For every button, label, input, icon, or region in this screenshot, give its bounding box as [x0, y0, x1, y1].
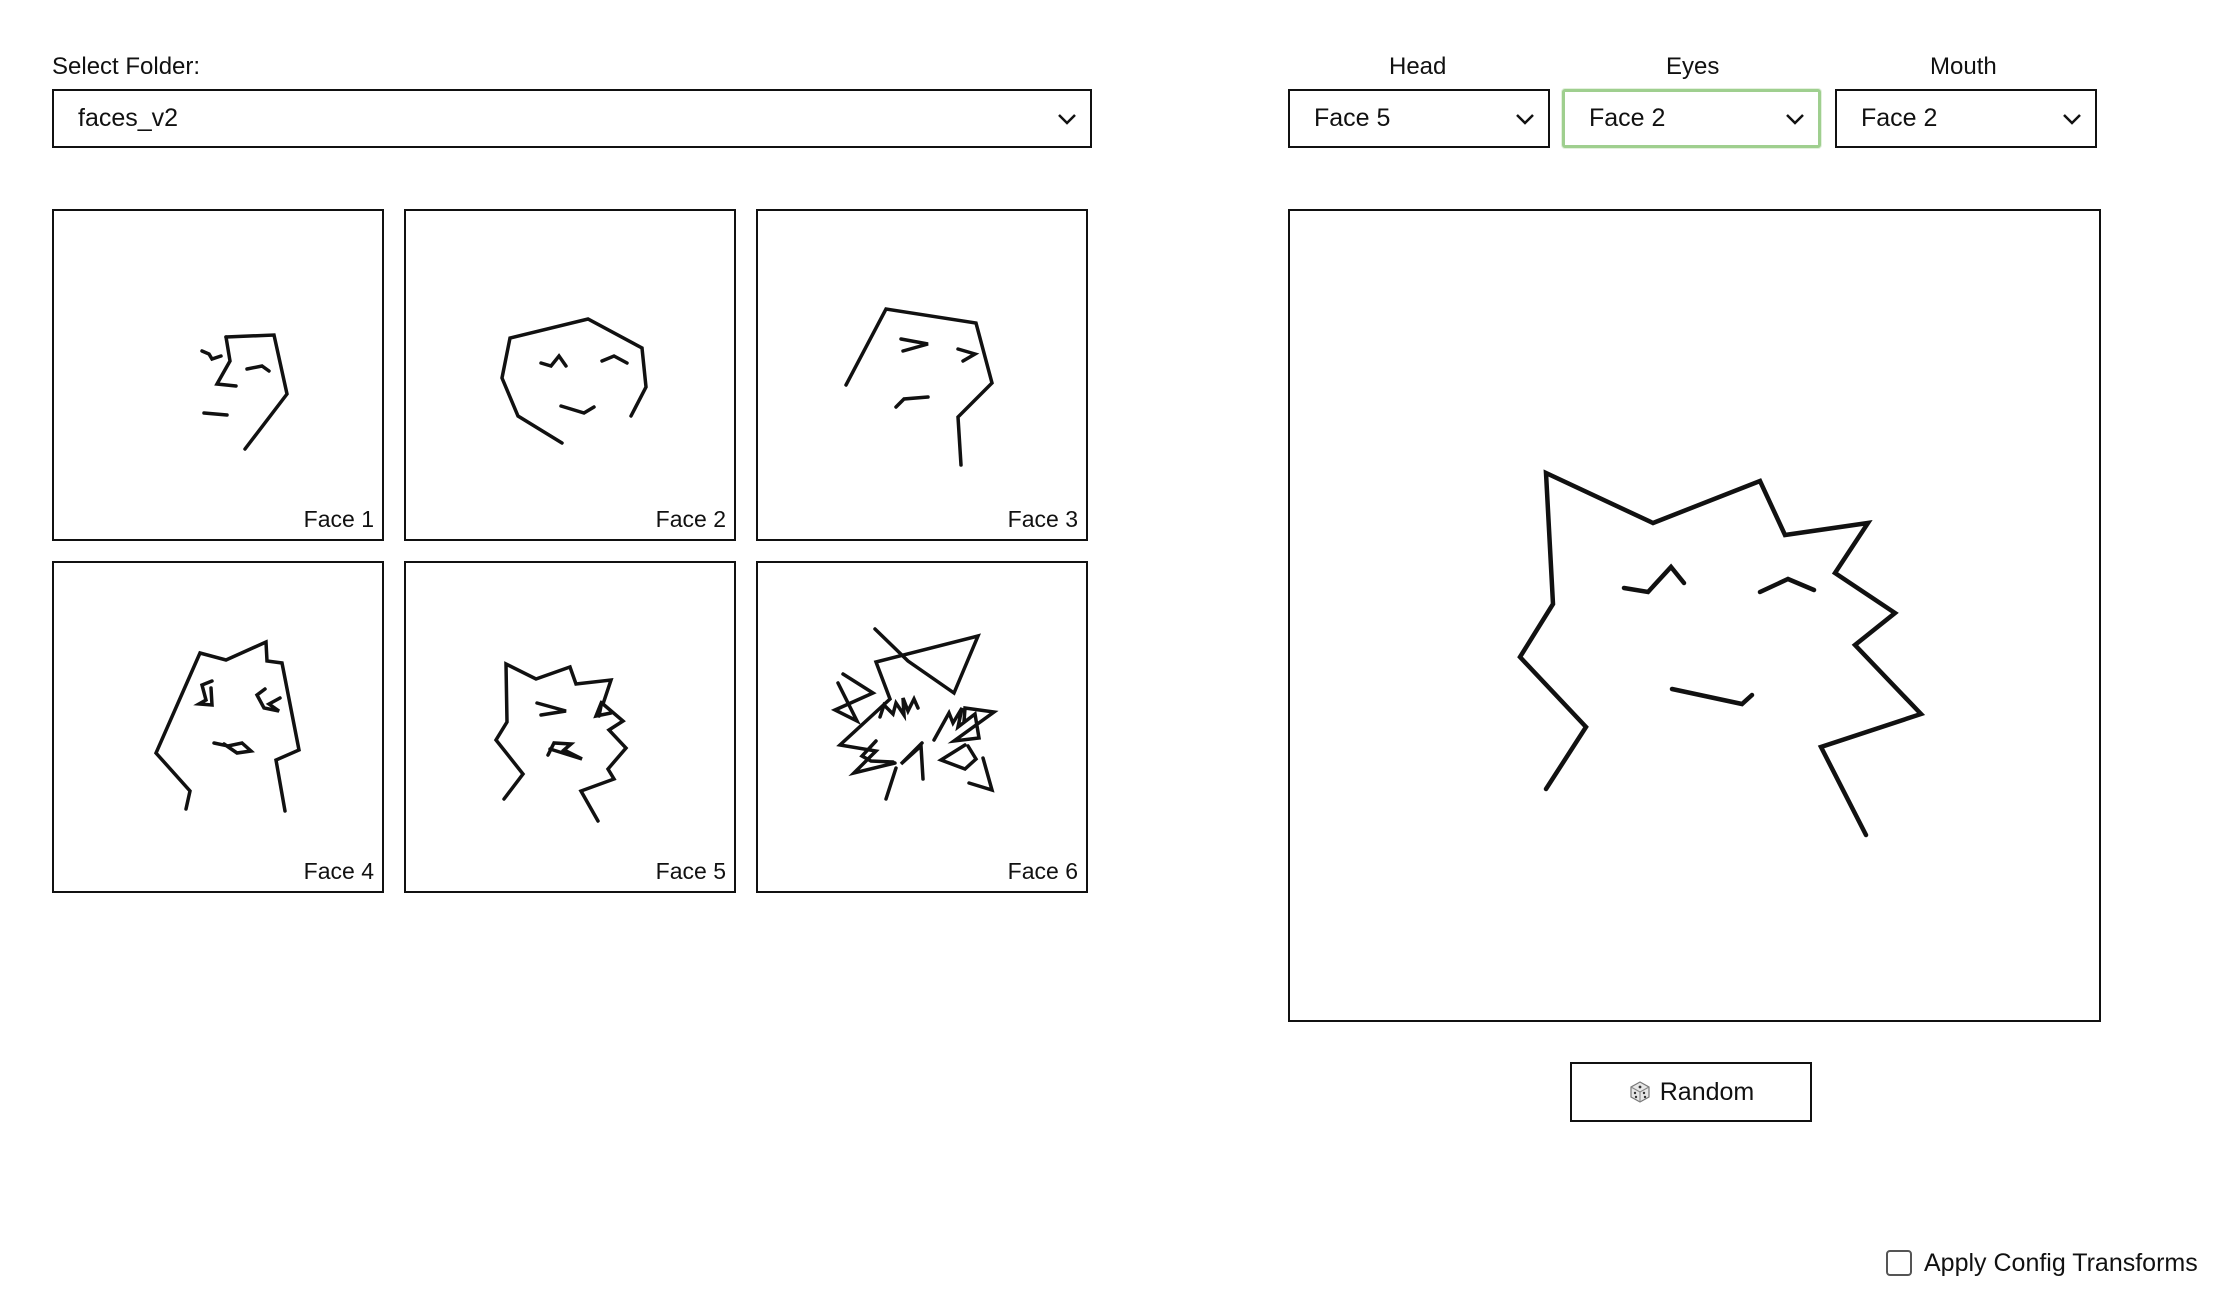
chevron-down-icon	[1786, 113, 1804, 125]
dice-icon	[1630, 1081, 1650, 1103]
face-thumbnail-6[interactable]: Face 6	[756, 561, 1088, 893]
mouth-select[interactable]: Face 2	[1835, 89, 2097, 148]
face-6-caption: Face 6	[1007, 858, 1078, 884]
head-select[interactable]: Face 5	[1288, 89, 1550, 148]
head-select-value: Face 5	[1314, 104, 1391, 132]
random-button-label: Random	[1659, 1077, 1755, 1106]
folder-label: Select Folder:	[52, 53, 201, 80]
apply-transforms-checkbox[interactable]	[1886, 1250, 1912, 1276]
face-2-drawing	[500, 317, 648, 445]
face-3-caption: Face 3	[1007, 506, 1078, 532]
eyes-select[interactable]: Face 2	[1562, 89, 1821, 148]
face-thumbnail-4[interactable]: Face 4	[52, 561, 384, 893]
folder-select-value: faces_v2	[78, 104, 179, 132]
face-thumbnail-1[interactable]: Face 1	[52, 209, 384, 541]
random-button[interactable]: Random	[1570, 1062, 1812, 1122]
face-1-drawing	[200, 333, 289, 451]
eyes-label: Eyes	[1666, 53, 1720, 80]
chevron-down-icon	[2063, 113, 2081, 125]
face-4-caption: Face 4	[303, 858, 374, 884]
face-thumbnail-3[interactable]: Face 3	[756, 209, 1088, 541]
face-2-caption: Face 2	[655, 506, 726, 532]
composed-face-drawing	[1517, 469, 1926, 838]
face-thumbnail-5[interactable]: Face 5	[404, 561, 736, 893]
chevron-down-icon	[1516, 113, 1534, 125]
face-5-drawing	[493, 661, 629, 823]
mouth-select-value: Face 2	[1861, 104, 1938, 132]
face-thumbnail-2[interactable]: Face 2	[404, 209, 736, 541]
face-4-drawing	[153, 639, 301, 813]
head-label: Head	[1389, 53, 1447, 80]
apply-transforms-label[interactable]: Apply Config Transforms	[1924, 1249, 2198, 1278]
face-6-drawing	[830, 627, 999, 801]
face-5-caption: Face 5	[655, 858, 726, 884]
eyes-select-value: Face 2	[1589, 104, 1666, 132]
face-3-drawing	[844, 307, 994, 467]
folder-select[interactable]: faces_v2	[52, 89, 1092, 148]
face-preview-canvas	[1288, 209, 2101, 1022]
mouth-label: Mouth	[1930, 53, 1997, 80]
chevron-down-icon	[1058, 113, 1076, 125]
face-1-caption: Face 1	[303, 506, 374, 532]
